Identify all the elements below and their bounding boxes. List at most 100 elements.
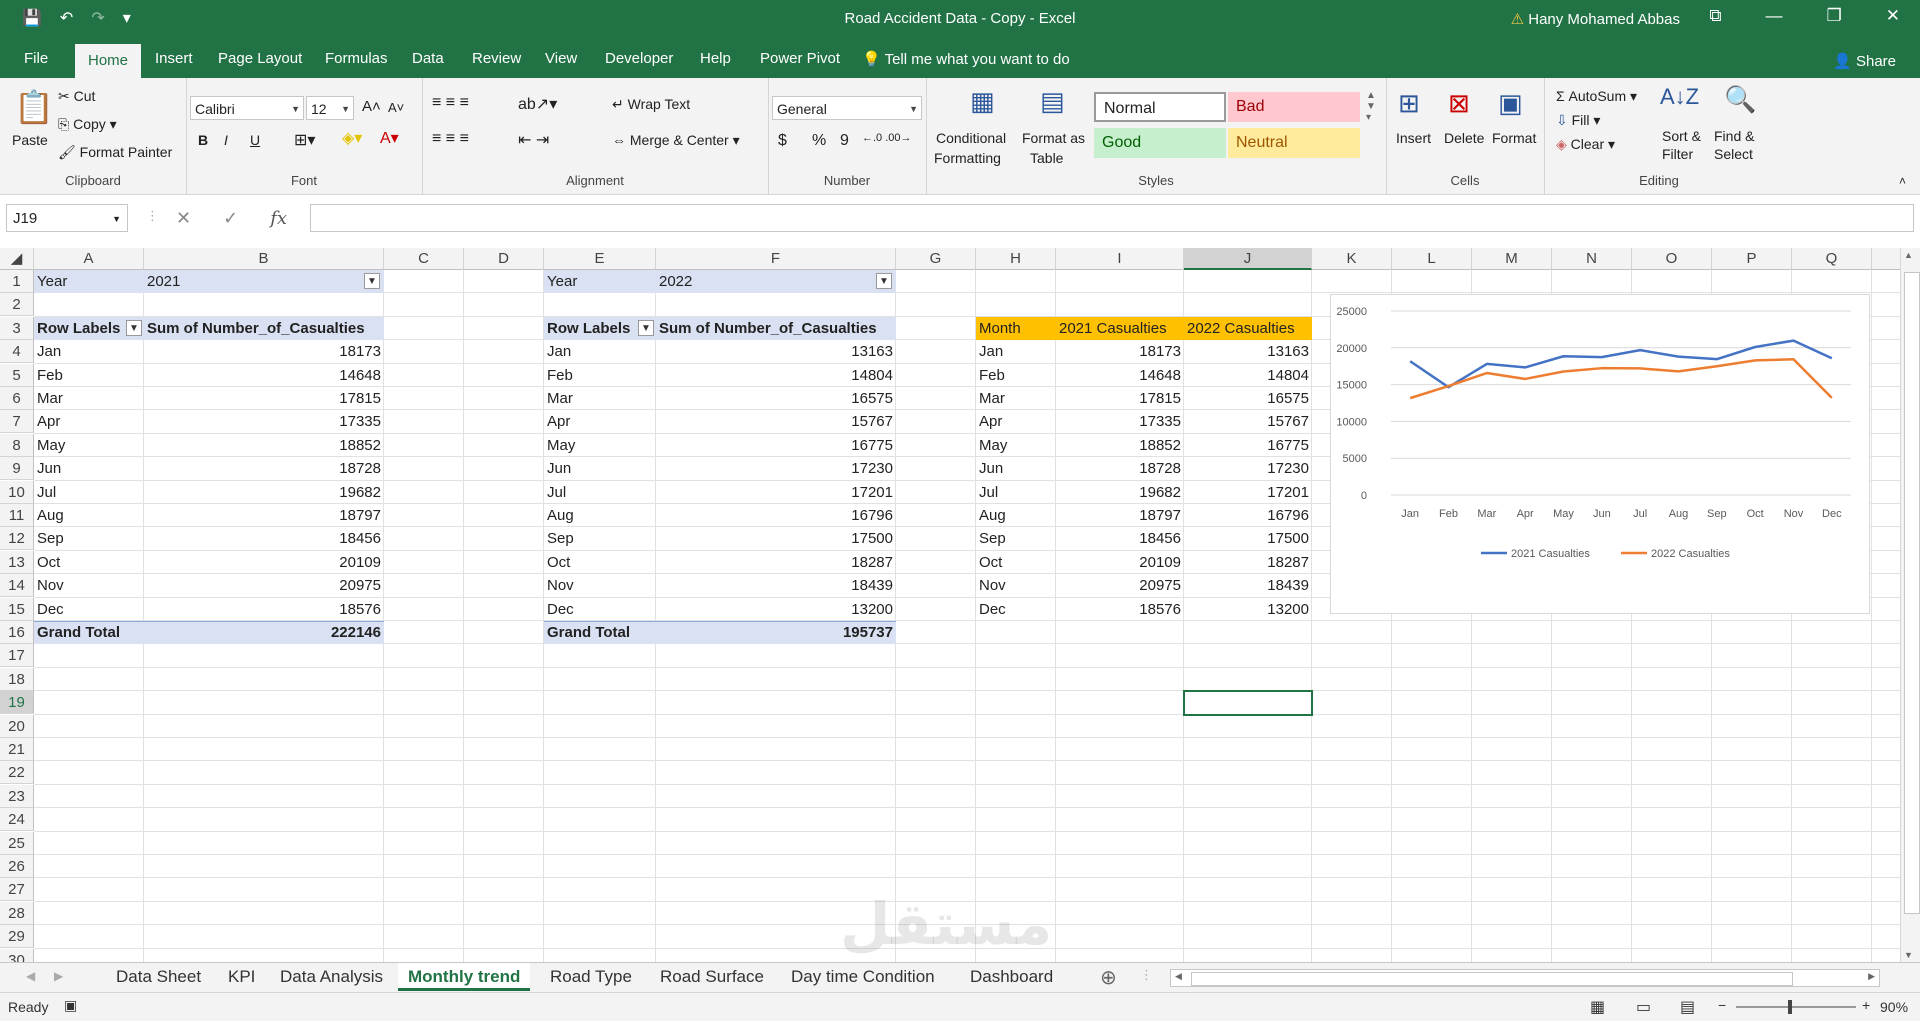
zoom-slider-thumb[interactable] <box>1788 1000 1792 1014</box>
pivot-value[interactable]: 16575 <box>656 387 896 410</box>
cut-button[interactable]: ✂ Cut <box>58 88 95 105</box>
pivot-month[interactable]: Jan <box>34 340 144 363</box>
row-header-10[interactable]: 10 <box>0 481 34 504</box>
table-month[interactable]: Oct <box>976 551 1056 574</box>
column-header-r[interactable]: R <box>1872 248 1900 270</box>
scroll-left-icon[interactable]: ◀ <box>1175 971 1182 982</box>
enter-icon[interactable]: ✓ <box>223 208 238 229</box>
table-month[interactable]: Jan <box>976 340 1056 363</box>
row-header-14[interactable]: 14 <box>0 574 34 597</box>
row-header-6[interactable]: 6 <box>0 387 34 410</box>
table-month[interactable]: Mar <box>976 387 1056 410</box>
row-header-7[interactable]: 7 <box>0 410 34 433</box>
pivot-month[interactable]: May <box>34 434 144 457</box>
table-2021-value[interactable]: 20975 <box>1056 574 1184 597</box>
pivot-value[interactable]: 20109 <box>144 551 384 574</box>
pivot-month[interactable]: Feb <box>34 364 144 387</box>
table-2022-value[interactable]: 14804 <box>1184 364 1312 387</box>
sheet-tab-day-time-condition[interactable]: Day time Condition <box>791 967 935 987</box>
table-header[interactable]: Month <box>976 317 1056 340</box>
pivot-value[interactable]: 17335 <box>144 410 384 433</box>
table-2022-value[interactable]: 16775 <box>1184 434 1312 457</box>
pivot-grand-total-value[interactable]: 222146 <box>144 621 384 644</box>
table-header[interactable]: 2021 Casualties <box>1056 317 1184 340</box>
table-month[interactable]: May <box>976 434 1056 457</box>
row-header-27[interactable]: 27 <box>0 878 34 901</box>
horizontal-scroll-thumb[interactable] <box>1191 972 1793 986</box>
tab-page-layout[interactable]: Page Layout <box>218 50 302 67</box>
scroll-right-icon[interactable]: ▶ <box>1868 971 1875 982</box>
number-format-select[interactable]: General▼ <box>772 96 922 120</box>
pivot-value[interactable]: 17230 <box>656 457 896 480</box>
table-2021-value[interactable]: 17815 <box>1056 387 1184 410</box>
column-header-p[interactable]: P <box>1712 248 1792 270</box>
filter-icon[interactable]: ▼ <box>364 273 380 289</box>
zoom-slider[interactable] <box>1736 1006 1856 1008</box>
align-top-icon[interactable]: ≡ ≡ ≡ <box>432 94 469 112</box>
pivot-month[interactable]: Jan <box>544 340 656 363</box>
table-2022-value[interactable]: 17230 <box>1184 457 1312 480</box>
pivot-value[interactable]: 18728 <box>144 457 384 480</box>
sheet-tab-kpi[interactable]: KPI <box>228 967 255 987</box>
pivot-month[interactable]: Apr <box>544 410 656 433</box>
table-header[interactable]: 2022 Casualties <box>1184 317 1312 340</box>
sheet-tab-data-analysis[interactable]: Data Analysis <box>280 967 383 987</box>
comma-button[interactable]: 9 <box>840 132 849 150</box>
pivot-grand-total-value[interactable]: 195737 <box>656 621 896 644</box>
tab-file[interactable]: File <box>24 50 48 67</box>
zoom-in-icon[interactable]: + <box>1862 997 1870 1013</box>
row-header-17[interactable]: 17 <box>0 644 34 667</box>
minimize-icon[interactable]: — <box>1766 6 1783 26</box>
table-2021-value[interactable]: 18852 <box>1056 434 1184 457</box>
table-month[interactable]: Jul <box>976 481 1056 504</box>
table-2022-value[interactable]: 13163 <box>1184 340 1312 363</box>
pivot-grand-total-label[interactable]: Grand Total <box>34 621 144 644</box>
table-2022-value[interactable]: 13200 <box>1184 598 1312 621</box>
style-normal[interactable]: Normal <box>1094 92 1226 122</box>
decimal-icon[interactable]: ←.0 .00→ <box>862 132 912 144</box>
font-color-icon[interactable]: A▾ <box>380 128 399 148</box>
column-header-h[interactable]: H <box>976 248 1056 270</box>
pivot-month[interactable]: Feb <box>544 364 656 387</box>
pivot-month[interactable]: Sep <box>34 527 144 550</box>
table-2022-value[interactable]: 15767 <box>1184 410 1312 433</box>
column-header-k[interactable]: K <box>1312 248 1392 270</box>
align-left-icon[interactable]: ≡ ≡ ≡ <box>432 130 469 148</box>
column-header-j[interactable]: J <box>1184 248 1312 270</box>
tab-review[interactable]: Review <box>472 50 521 67</box>
table-2022-value[interactable]: 18439 <box>1184 574 1312 597</box>
pivot-month[interactable]: Jul <box>544 481 656 504</box>
row-header-18[interactable]: 18 <box>0 668 34 691</box>
tab-insert[interactable]: Insert <box>155 50 193 67</box>
pivot-value[interactable]: 18576 <box>144 598 384 621</box>
tab-data[interactable]: Data <box>412 50 444 67</box>
table-2022-value[interactable]: 17201 <box>1184 481 1312 504</box>
shrink-font-icon[interactable]: A˅ <box>388 100 404 115</box>
pivot-value[interactable]: 18287 <box>656 551 896 574</box>
pivot-month[interactable]: Mar <box>544 387 656 410</box>
restore-icon[interactable]: ❐ <box>1827 6 1842 26</box>
pivot-value[interactable]: 15767 <box>656 410 896 433</box>
table-month[interactable]: Aug <box>976 504 1056 527</box>
conditional-formatting-button[interactable]: Conditional <box>936 130 1006 146</box>
table-2022-value[interactable]: 16575 <box>1184 387 1312 410</box>
pivot-value[interactable]: 16796 <box>656 504 896 527</box>
pivot-sum-header[interactable]: Sum of Number_of_Casualties <box>656 317 896 340</box>
wrap-text-button[interactable]: ↵ Wrap Text <box>612 96 690 113</box>
cancel-icon[interactable]: ✕ <box>176 208 191 229</box>
column-header-g[interactable]: G <box>896 248 976 270</box>
pivot-filter-value[interactable]: 2021 <box>144 270 384 293</box>
vertical-scroll-thumb[interactable] <box>1904 272 1920 914</box>
vertical-scrollbar[interactable]: ▲ ▼ <box>1900 248 1920 962</box>
row-header-22[interactable]: 22 <box>0 761 34 784</box>
delete-cells-button[interactable]: Delete <box>1444 130 1484 146</box>
font-name-select[interactable]: Calibri▼ <box>190 96 304 120</box>
row-header-26[interactable]: 26 <box>0 855 34 878</box>
row-header-16[interactable]: 16 <box>0 621 34 644</box>
row-header-3[interactable]: 3 <box>0 317 34 340</box>
table-month[interactable]: Sep <box>976 527 1056 550</box>
format-cells-button[interactable]: Format <box>1492 130 1536 146</box>
zoom-level[interactable]: 90% <box>1880 999 1908 1015</box>
share-button[interactable]: 👤 Share <box>1833 52 1896 70</box>
horizontal-scrollbar[interactable]: ◀ ▶ <box>1170 969 1880 987</box>
